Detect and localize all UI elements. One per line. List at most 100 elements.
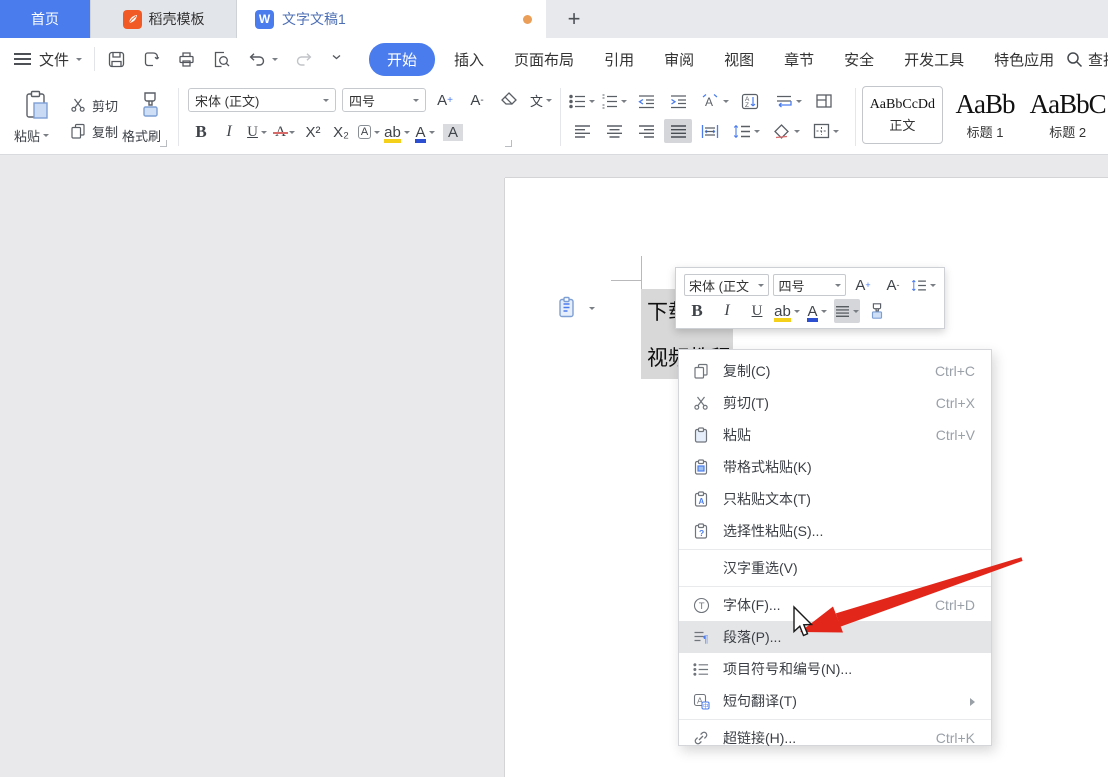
new-tab-button[interactable]: + (546, 0, 602, 38)
mini-shrink-font-button[interactable]: A- (880, 273, 906, 297)
bullets-button[interactable] (568, 89, 596, 113)
style-body-text[interactable]: AaBbCcDd 正文 (862, 86, 943, 144)
ribbon-tab-security[interactable]: 安全 (829, 44, 889, 75)
pinyin-guide-button[interactable]: 文 (528, 88, 554, 112)
mini-underline-button[interactable]: U (744, 299, 770, 323)
align-right-button[interactable] (632, 119, 660, 143)
chevron-down-icon (589, 100, 595, 103)
distribute-button[interactable] (696, 119, 724, 143)
mini-font-size-select[interactable]: 四号 (773, 274, 846, 296)
menu-item-paste[interactable]: 粘贴 Ctrl+V (679, 419, 991, 451)
shading-button[interactable] (768, 119, 804, 143)
paste-button[interactable] (22, 90, 52, 122)
chevron-down-icon (754, 130, 760, 133)
menu-item-hanzi-reselect[interactable]: 汉字重选(V) (679, 552, 991, 584)
font-name-select[interactable]: 宋体 (正文) (188, 88, 336, 112)
ribbon-tab-developer[interactable]: 开发工具 (889, 44, 979, 75)
undo-dropdown-icon[interactable] (272, 58, 278, 61)
shrink-font-button[interactable]: A- (464, 88, 490, 112)
print-preview-button[interactable] (212, 50, 231, 69)
menu-item-label: 超链接(H)... (723, 728, 936, 748)
menu-item-copy[interactable]: 复制(C) Ctrl+C (679, 355, 991, 387)
ribbon-tab-insert[interactable]: 插入 (439, 44, 499, 75)
paste-options-button[interactable] (556, 296, 595, 320)
superscript-button[interactable]: X² (300, 120, 326, 144)
style-heading-2[interactable]: AaBbC 标题 2 (1027, 86, 1108, 144)
export-button[interactable] (142, 50, 161, 69)
ribbon-tab-home[interactable]: 开始 (369, 43, 435, 76)
menu-item-hyperlink[interactable]: 超链接(H)... Ctrl+K (679, 722, 991, 754)
mini-grow-font-button[interactable]: A+ (850, 273, 876, 297)
menu-item-label: 只粘贴文本(T) (723, 489, 975, 509)
tab-template-store[interactable]: 稻壳模板 (90, 0, 237, 38)
hamburger-icon[interactable] (14, 53, 31, 65)
ribbon-tab-review[interactable]: 审阅 (649, 44, 709, 75)
mini-line-spacing-button[interactable] (910, 273, 936, 297)
undo-button[interactable] (247, 50, 278, 69)
mini-bold-button[interactable]: B (684, 299, 710, 323)
menu-bar: 文件 开始 插入 页面布局 引用 审阅 视图 章节 安全 开发工具 特色应用 查… (0, 38, 1108, 80)
menu-item-cut[interactable]: 剪切(T) Ctrl+X (679, 387, 991, 419)
tab-home[interactable]: 首页 (0, 0, 90, 38)
style-heading-1[interactable]: AaBb 标题 1 (945, 86, 1026, 144)
strikethrough-button[interactable]: A (272, 120, 298, 144)
decrease-indent-button[interactable] (632, 89, 660, 113)
menu-item-paste-with-format[interactable]: 带格式粘贴(K) (679, 451, 991, 483)
justify-button[interactable] (664, 119, 692, 143)
menu-item-paste-text-only[interactable]: A 只粘贴文本(T) (679, 483, 991, 515)
ribbon-tab-sections[interactable]: 章节 (769, 44, 829, 75)
font-color-button[interactable]: A (412, 120, 438, 144)
format-painter-button[interactable] (136, 90, 164, 122)
redo-button[interactable] (294, 50, 314, 69)
clear-format-button[interactable] (496, 88, 522, 112)
borders-button[interactable] (808, 119, 844, 143)
scissors-icon (70, 97, 86, 113)
save-button[interactable] (107, 50, 126, 69)
menu-item-paste-special[interactable]: ? 选择性粘贴(S)... (679, 515, 991, 547)
subscript-button[interactable]: X₂ (328, 120, 354, 144)
customize-toolbar-button[interactable] (330, 54, 343, 64)
print-button[interactable] (177, 50, 196, 69)
mini-italic-button[interactable]: I (714, 299, 740, 323)
numbering-button[interactable] (600, 89, 628, 113)
menu-item-paragraph[interactable]: ¶ 段落(P)... (679, 621, 991, 653)
mini-format-painter-button[interactable] (864, 299, 890, 323)
group-divider (855, 88, 856, 146)
ribbon-tab-view[interactable]: 视图 (709, 44, 769, 75)
show-marks-button[interactable] (768, 89, 806, 113)
mini-justify-button[interactable] (834, 299, 860, 323)
bold-button[interactable]: B (188, 120, 214, 144)
line-spacing-button[interactable] (728, 119, 764, 143)
menu-item-font[interactable]: T 字体(F)... Ctrl+D (679, 589, 991, 621)
character-shading-button[interactable]: A (440, 120, 466, 144)
new-table-style-button[interactable] (810, 89, 838, 113)
file-menu-button[interactable]: 文件 (39, 49, 82, 70)
mini-font-color-button[interactable]: A (804, 299, 830, 323)
underline-button[interactable]: U (244, 120, 270, 144)
italic-button[interactable]: I (216, 120, 242, 144)
ribbon-tab-page-layout[interactable]: 页面布局 (499, 44, 589, 75)
increase-indent-button[interactable] (664, 89, 692, 113)
cut-button[interactable]: 剪切 (70, 92, 118, 118)
sort-button[interactable]: AZ (736, 89, 764, 113)
copy-button[interactable]: 复制 (70, 118, 118, 144)
menu-item-bullets-numbering[interactable]: 项目符号和编号(N)... (679, 653, 991, 685)
dialog-launcher[interactable] (160, 140, 167, 147)
grow-font-button[interactable]: A+ (432, 88, 458, 112)
align-left-button[interactable] (568, 119, 596, 143)
paste-label-button[interactable]: 粘贴 (14, 126, 49, 145)
text-direction-button[interactable]: A (696, 89, 732, 113)
font-size-select[interactable]: 四号 (342, 88, 426, 112)
ribbon-tab-special-features[interactable]: 特色应用 (979, 44, 1069, 75)
mini-font-name-select[interactable]: 宋体 (正文 (684, 274, 769, 296)
ribbon-tab-references[interactable]: 引用 (589, 44, 649, 75)
bullets-numbering-icon (689, 662, 713, 677)
tab-document[interactable]: W 文字文稿1 (237, 0, 546, 38)
character-border-button[interactable]: A (356, 120, 382, 144)
svg-text:T: T (698, 601, 704, 612)
highlight-color-button[interactable]: ab (384, 120, 410, 144)
find-button[interactable]: 查找 (1066, 38, 1108, 80)
menu-item-translate[interactable]: A中 短句翻译(T) (679, 685, 991, 717)
mini-highlight-button[interactable]: ab (774, 299, 800, 323)
align-center-button[interactable] (600, 119, 628, 143)
